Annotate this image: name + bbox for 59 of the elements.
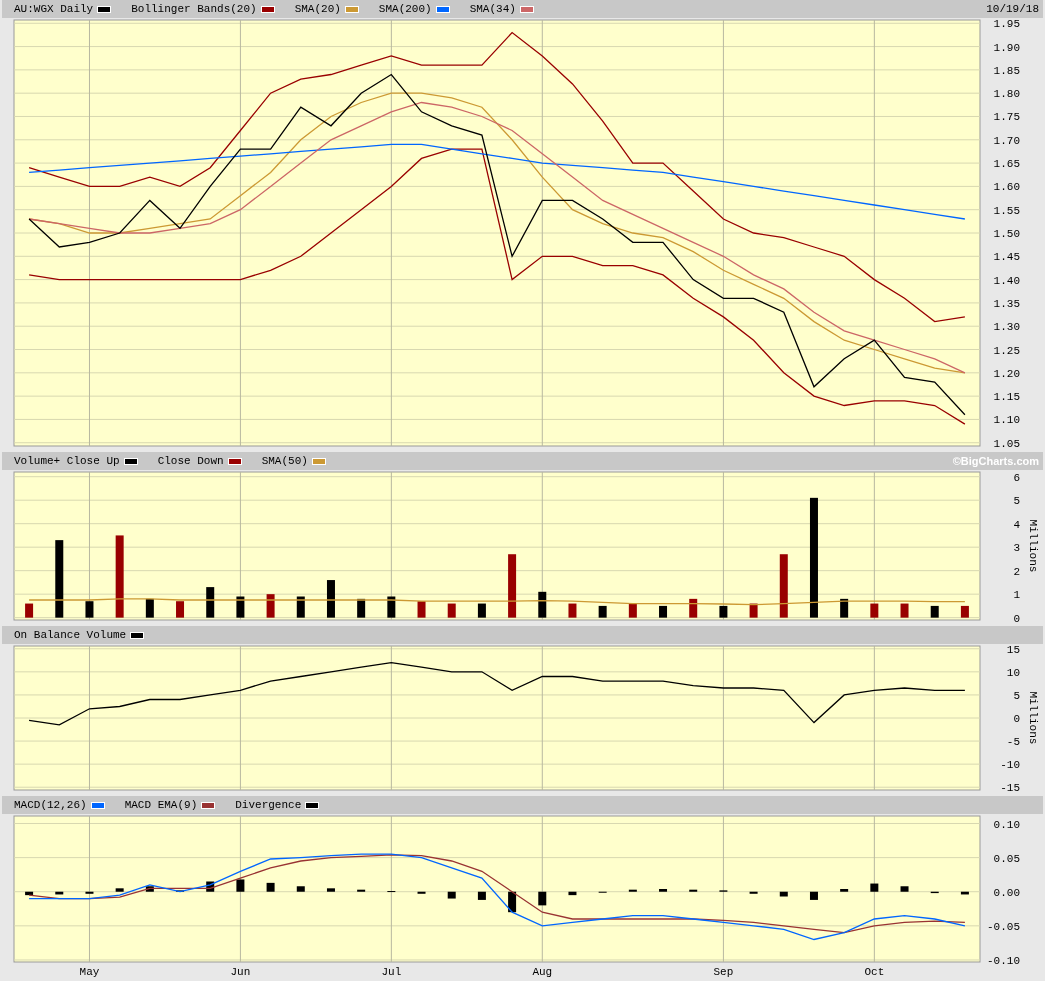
- axis-title: Millions: [1027, 519, 1039, 573]
- legend-label: MACD(12,26): [14, 799, 87, 811]
- axis-label: 6: [1013, 471, 1020, 484]
- legend-label: Bollinger Bands(20): [131, 3, 257, 15]
- legend-label: Volume+ Close Up: [14, 455, 120, 467]
- axis-label: 1.65: [993, 158, 1020, 171]
- axis-label: -5: [1006, 736, 1020, 749]
- axis-label: -0.05: [987, 920, 1020, 933]
- axis-label: 1.80: [993, 88, 1020, 101]
- axis-label: -15: [1000, 782, 1020, 795]
- axis-label: 1.10: [993, 414, 1020, 427]
- axis-label: -10: [1000, 759, 1020, 772]
- axis-label: 1.70: [993, 134, 1020, 147]
- axis-label: 0.00: [993, 886, 1020, 899]
- axis-label: 1: [1013, 589, 1020, 602]
- axis-label: 2: [1013, 565, 1020, 578]
- legend-label: MACD EMA(9): [124, 799, 198, 811]
- axis-label: Jul: [381, 966, 402, 978]
- legend-label: Close Down: [157, 455, 224, 467]
- axis-label: 0.10: [993, 818, 1020, 831]
- axis-label: 1.30: [993, 321, 1020, 334]
- axis-label: 5: [1013, 689, 1020, 702]
- axis-label: Aug: [532, 966, 553, 978]
- axis-label: 1.95: [993, 18, 1020, 31]
- axis-label: 15: [1006, 643, 1020, 656]
- axis-label: 1.50: [993, 228, 1020, 240]
- header-text: 10/19/18: [986, 3, 1039, 15]
- axis-label: 1.85: [993, 64, 1020, 77]
- axis-label: 1.40: [993, 274, 1020, 287]
- legend-label: SMA(50): [261, 455, 308, 467]
- axis-label: 1.20: [993, 367, 1020, 380]
- axis-label: 1.05: [993, 437, 1020, 450]
- legend-label: SMA(200): [378, 3, 432, 15]
- axis-label: 4: [1013, 518, 1020, 531]
- axis-label: 1.90: [993, 41, 1020, 54]
- legend-label: Divergence: [235, 799, 302, 811]
- axis-label: 1.60: [993, 181, 1020, 194]
- legend-label: On Balance Volume: [14, 629, 127, 641]
- legend-label: SMA(34): [469, 3, 516, 15]
- axis-label: 1.35: [993, 297, 1020, 310]
- axis-label: 5: [1013, 495, 1020, 508]
- axis-label: 1.55: [993, 204, 1020, 217]
- axis-label: -0.10: [987, 954, 1020, 967]
- axis-label: 10: [1006, 666, 1020, 679]
- axis-label: May: [79, 966, 100, 978]
- axis-label: 3: [1013, 542, 1020, 555]
- legend-label: AU:WGX Daily: [14, 3, 94, 15]
- axis-label: 0: [1013, 612, 1020, 625]
- axis-label: Jun: [230, 966, 251, 978]
- axis-label: 1.75: [993, 111, 1020, 124]
- legend-label: SMA(20): [294, 3, 341, 15]
- axis-label: 1.25: [993, 344, 1020, 357]
- axis-label: Sep: [713, 966, 734, 978]
- axis-label: 1.45: [993, 251, 1020, 264]
- axis-label: 1.15: [993, 391, 1020, 404]
- axis-label: 0.05: [993, 852, 1020, 865]
- axis-label: Oct: [864, 966, 885, 978]
- axis-label: 0: [1013, 713, 1020, 725]
- axis-title: Millions: [1027, 691, 1039, 745]
